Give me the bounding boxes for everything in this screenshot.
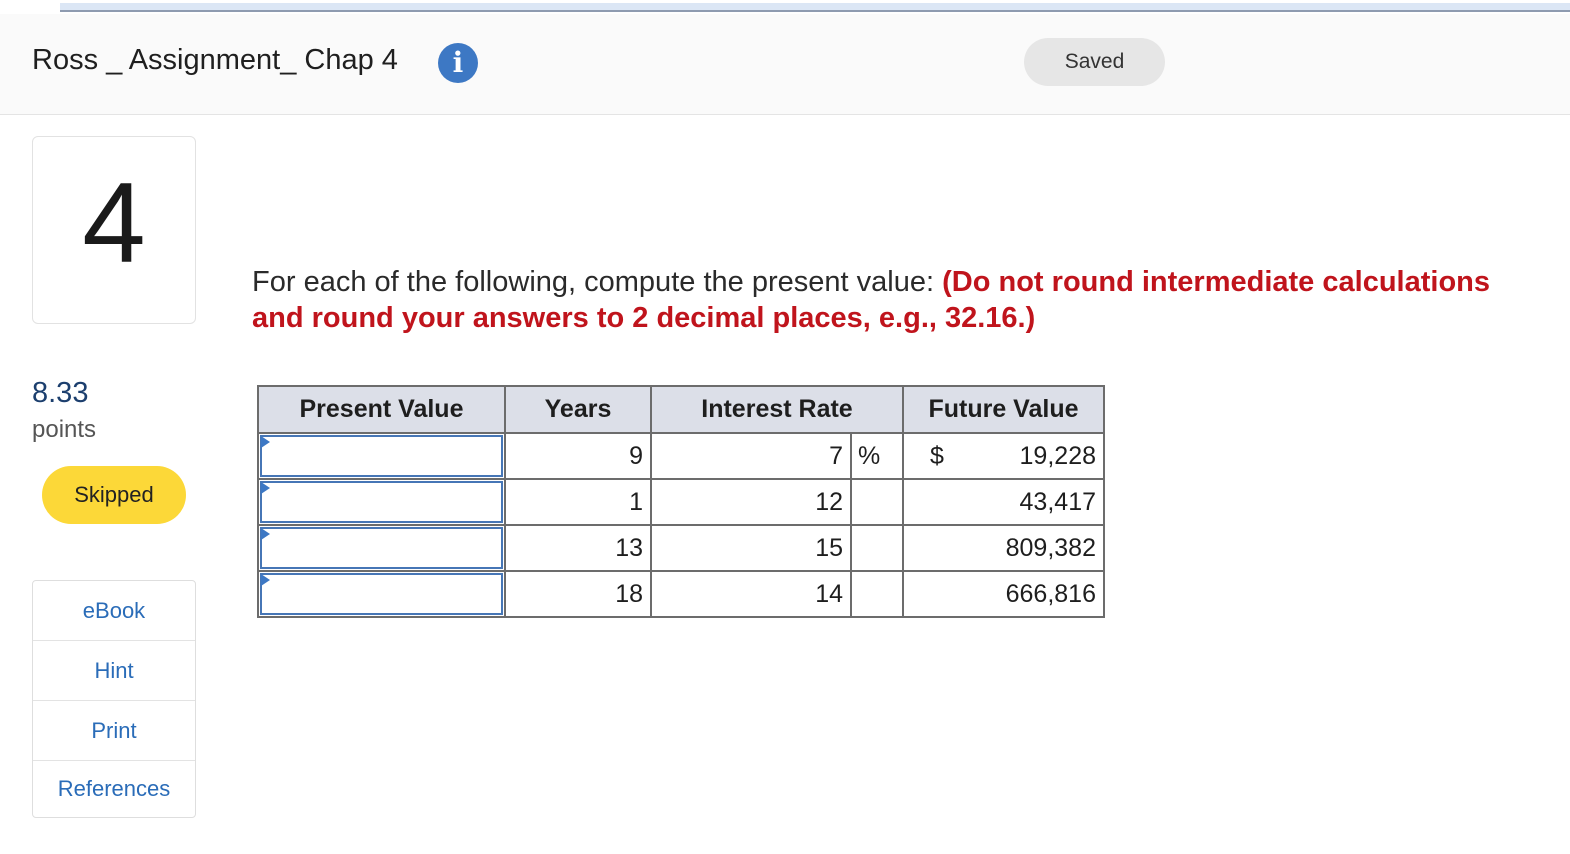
- resource-menu: eBook Hint Print References: [32, 580, 196, 818]
- points-value: 8.33: [32, 377, 89, 409]
- future-value-cell: 666,816: [902, 570, 1105, 618]
- assignment-header: Ross _ Assignment_ Chap 4 i Saved: [0, 14, 1570, 115]
- table-row: 13 15 809,382: [257, 524, 1105, 572]
- question-text: For each of the following, compute the p…: [252, 266, 943, 298]
- answer-flag-icon: [261, 574, 270, 586]
- years-cell: 13: [504, 524, 652, 572]
- table-row: 9 7 % $ 19,228: [257, 432, 1105, 480]
- ebook-link[interactable]: eBook: [33, 581, 195, 641]
- present-value-input[interactable]: [260, 573, 503, 615]
- header-future-value: Future Value: [902, 385, 1105, 434]
- references-link[interactable]: References: [33, 761, 195, 817]
- skipped-badge: Skipped: [42, 466, 186, 524]
- present-value-cell: [257, 478, 506, 526]
- percent-cell: [850, 478, 904, 526]
- present-value-cell: [257, 570, 506, 618]
- points-label: points: [32, 416, 97, 443]
- answer-flag-icon: [261, 482, 270, 494]
- saved-status-pill: Saved: [1024, 38, 1165, 86]
- percent-sign: %: [850, 432, 904, 480]
- question-number: 4: [82, 160, 146, 287]
- rate-cell: 15: [650, 524, 852, 572]
- table-row: 1 12 43,417: [257, 478, 1105, 526]
- hint-link[interactable]: Hint: [33, 641, 195, 701]
- top-progress-strip: [0, 0, 1570, 14]
- years-cell: 18: [504, 570, 652, 618]
- dollar-sign: $: [902, 432, 961, 480]
- years-cell: 9: [504, 432, 652, 480]
- question-prompt: For each of the following, compute the p…: [252, 264, 1490, 336]
- table-header-row: Present Value Years Interest Rate Future…: [257, 385, 1105, 434]
- header-present-value: Present Value: [257, 385, 506, 434]
- present-value-input[interactable]: [260, 527, 503, 569]
- rate-cell: 12: [650, 478, 852, 526]
- info-icon[interactable]: i: [438, 43, 478, 83]
- future-value-cell: 43,417: [902, 478, 1105, 526]
- answer-flag-icon: [261, 528, 270, 540]
- assignment-title: Ross _ Assignment_ Chap 4: [32, 44, 398, 76]
- table-row: 18 14 666,816: [257, 570, 1105, 618]
- present-value-input[interactable]: [260, 435, 503, 477]
- present-value-cell: [257, 432, 506, 480]
- answer-flag-icon: [261, 436, 270, 448]
- top-progress-bar: [60, 3, 1570, 12]
- rate-cell: 7: [650, 432, 852, 480]
- percent-cell: [850, 570, 904, 618]
- rate-cell: 14: [650, 570, 852, 618]
- question-number-card: 4: [32, 136, 196, 324]
- future-value-cell: 19,228: [961, 432, 1105, 480]
- print-link[interactable]: Print: [33, 701, 195, 761]
- header-interest-rate: Interest Rate: [650, 385, 904, 434]
- present-value-cell: [257, 524, 506, 572]
- future-value-cell: 809,382: [902, 524, 1105, 572]
- percent-cell: [850, 524, 904, 572]
- present-value-table: Present Value Years Interest Rate Future…: [257, 385, 1105, 618]
- present-value-input[interactable]: [260, 481, 503, 523]
- header-years: Years: [504, 385, 652, 434]
- years-cell: 1: [504, 478, 652, 526]
